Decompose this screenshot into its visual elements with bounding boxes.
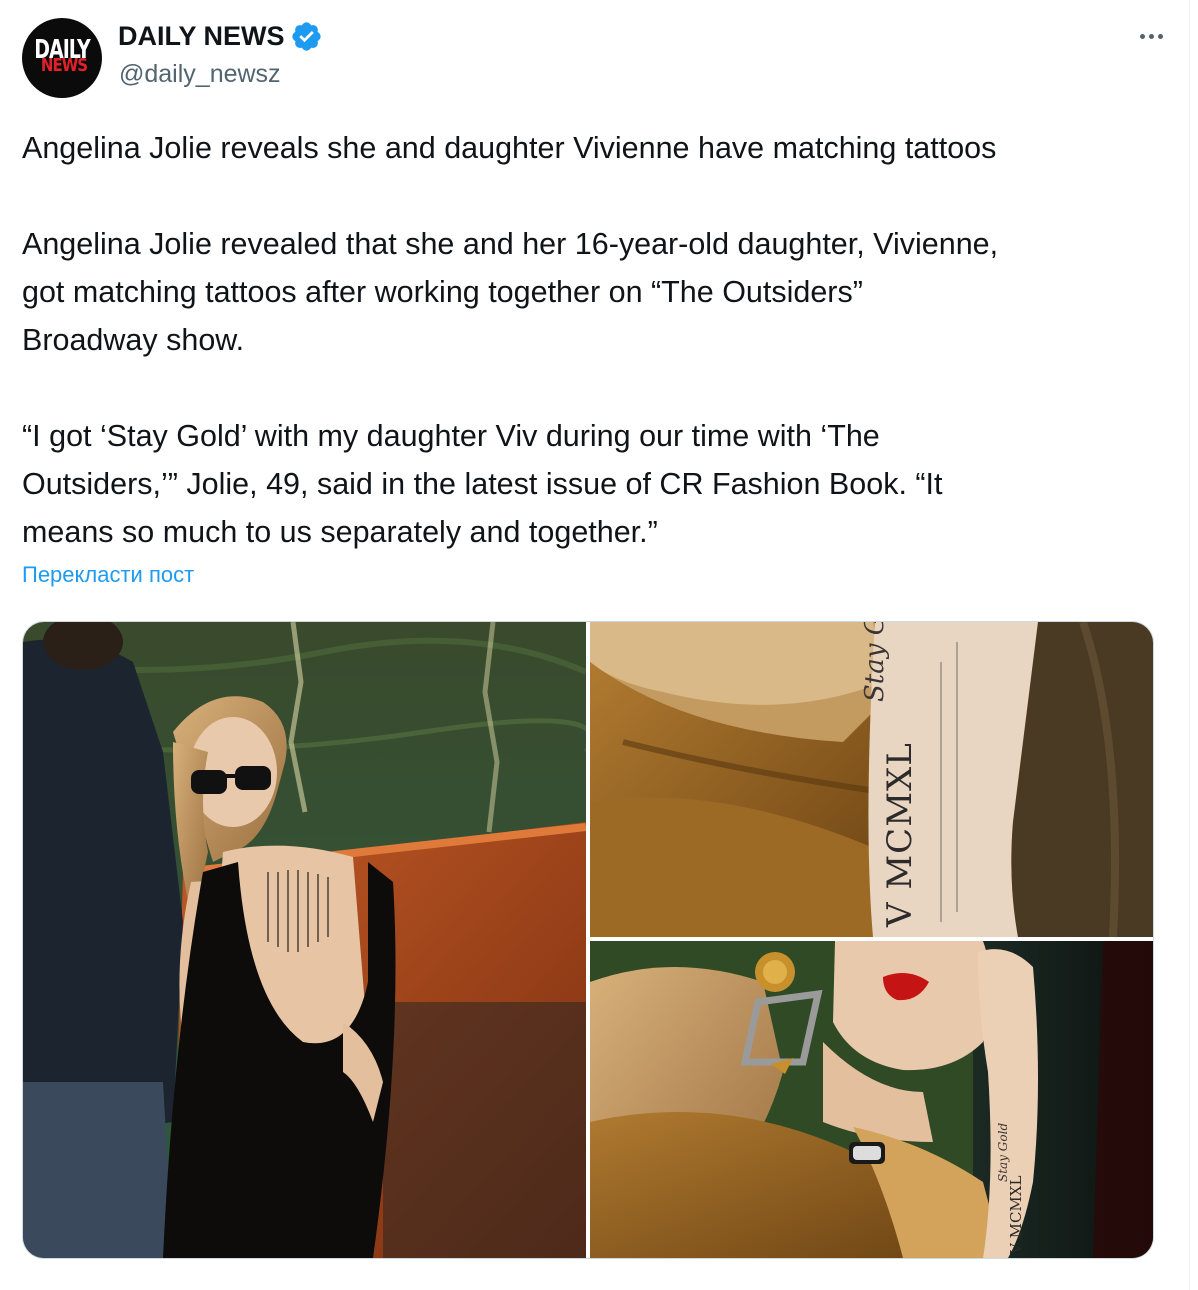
media-grid-svg: V MCMXL Stay Gold V MCMXL Stay Gold [23,622,1153,1258]
tattoo-roman-large: V MCMXL [880,742,920,928]
more-dot [1157,33,1163,39]
more-dot [1148,33,1154,39]
photo-left[interactable] [23,622,595,1258]
tweet-text: Angelina Jolie reveals she and daughter … [22,124,1162,556]
column-divider [1189,0,1190,1290]
translate-post-link[interactable]: Перекласти пост [22,562,194,588]
account-handle[interactable]: @daily_newsz [119,60,281,89]
tattoo-roman-small: V MCMXL [1007,1176,1025,1255]
tweet-quote-line: “I got ‘Stay Gold’ with my daughter Viv … [22,419,880,453]
tattoo-script-small: Stay Gold [996,1123,1010,1182]
avatar-logo-bottom: NEWS [40,54,88,76]
tweet-body-line: got matching tattoos after working toget… [22,275,863,309]
tattoo-script-large: Stay Gold [860,622,890,702]
more-dot [1139,33,1145,39]
photo-bottom-right[interactable]: V MCMXL Stay Gold [590,941,1153,1258]
tweet-body-line: Angelina Jolie revealed that she and her… [22,227,999,261]
more-options-icon[interactable] [1134,26,1168,46]
photo-top-right[interactable]: V MCMXL Stay Gold [590,622,1153,938]
tweet-body-line: Broadway show. [22,323,245,357]
tweet-headline: Angelina Jolie reveals she and daughter … [22,131,997,165]
verified-badge-icon[interactable] [290,20,323,53]
media-grid: V MCMXL Stay Gold V MCMXL Stay Gold [22,621,1154,1259]
display-name-row: DAILY NEWS [118,20,323,53]
avatar[interactable]: DAILY NEWS [22,18,102,98]
tweet-quote-line: means so much to us separately and toget… [22,515,658,549]
tweet-header: DAILY NEWS DAILY NEWS @daily_newsz [22,18,1168,98]
display-name[interactable]: DAILY NEWS [118,21,285,52]
tweet-quote-line: Outsiders,’” Jolie, 49, said in the late… [22,467,943,501]
